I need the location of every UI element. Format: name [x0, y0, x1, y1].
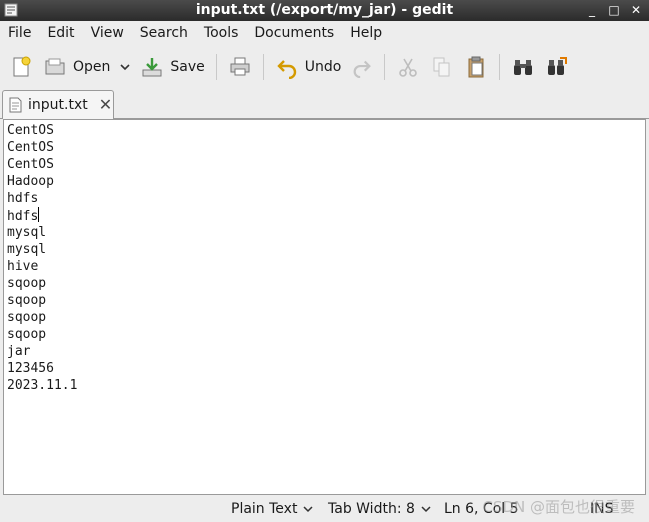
- chevron-down-icon: [120, 64, 130, 71]
- toolbar: Open Save Undo: [0, 46, 649, 88]
- menu-edit[interactable]: Edit: [39, 21, 82, 46]
- watermark: CSDN @面包也很重要: [482, 498, 635, 516]
- undo-icon: [277, 60, 296, 79]
- close-window-button[interactable]: ✕: [627, 2, 645, 18]
- menu-tools[interactable]: Tools: [196, 21, 247, 46]
- close-tab-icon[interactable]: ✕: [99, 97, 112, 113]
- scissors-icon: [399, 58, 418, 77]
- chevron-down-icon: [421, 506, 431, 513]
- text-line[interactable]: CentOS: [7, 139, 645, 156]
- text-line[interactable]: CentOS: [7, 156, 645, 173]
- menu-search[interactable]: Search: [132, 21, 196, 46]
- paste-button[interactable]: [459, 50, 493, 84]
- menu-file[interactable]: File: [0, 21, 39, 46]
- text-cursor: [38, 207, 40, 222]
- chevron-down-icon: [303, 506, 313, 513]
- text-line[interactable]: sqoop: [7, 309, 645, 326]
- open-folder-icon: [45, 58, 65, 75]
- copy-button[interactable]: [425, 50, 459, 84]
- text-line[interactable]: jar: [7, 343, 645, 360]
- language-label: Plain Text: [231, 501, 298, 517]
- new-document-icon: [13, 56, 31, 77]
- text-editor[interactable]: CentOS CentOS CentOS Hadoop hdfs hdfs mysql mys…: [3, 119, 646, 495]
- maximize-button[interactable]: □: [605, 2, 623, 18]
- text-line[interactable]: mysql: [7, 241, 645, 258]
- binoculars-icon: [514, 60, 533, 75]
- title-bar: input.txt (/export/my_jar) - gedit _ □ ✕: [0, 0, 649, 21]
- text-line[interactable]: hdfs: [7, 190, 645, 207]
- text-line[interactable]: mysql: [7, 224, 645, 241]
- redo-button[interactable]: [346, 50, 378, 84]
- recent-files-dropdown[interactable]: [115, 50, 135, 84]
- find-replace-icon: [548, 57, 568, 75]
- toolbar-separator: [215, 54, 217, 80]
- window-controls: _ □ ✕: [583, 2, 645, 18]
- text-line[interactable]: 123456: [7, 360, 645, 377]
- text-line[interactable]: hdfs: [7, 207, 645, 224]
- text-line[interactable]: Hadoop: [7, 173, 645, 190]
- redo-icon: [354, 60, 372, 78]
- open-label: Open: [73, 59, 111, 75]
- clipboard-icon: [468, 56, 484, 78]
- text-line[interactable]: CentOS: [7, 122, 645, 139]
- menu-documents[interactable]: Documents: [246, 21, 342, 46]
- language-selector[interactable]: Plain Text: [231, 501, 313, 517]
- text-line[interactable]: sqoop: [7, 292, 645, 309]
- menu-view[interactable]: View: [83, 21, 132, 46]
- undo-label: Undo: [304, 59, 342, 75]
- open-button[interactable]: Open: [38, 50, 115, 84]
- save-icon: [142, 58, 162, 77]
- text-line[interactable]: hive: [7, 258, 645, 275]
- menu-bar: File Edit View Search Tools Documents He…: [0, 21, 649, 46]
- save-button[interactable]: Save: [135, 50, 209, 84]
- print-button[interactable]: [223, 50, 257, 84]
- find-button[interactable]: [506, 50, 540, 84]
- document-tab[interactable]: input.txt ✕: [2, 90, 114, 119]
- toolbar-separator: [262, 54, 264, 80]
- text-file-icon: [9, 97, 22, 113]
- document-tab-strip: input.txt ✕: [0, 88, 649, 119]
- toolbar-separator: [499, 54, 501, 80]
- text-line[interactable]: 2023.11.1: [7, 377, 645, 394]
- cut-button[interactable]: [391, 50, 425, 84]
- menu-help[interactable]: Help: [342, 21, 390, 46]
- editor-lines: CentOS CentOS CentOS Hadoop hdfs hdfs mysql mys…: [7, 122, 645, 394]
- find-replace-button[interactable]: [540, 50, 574, 84]
- save-label: Save: [170, 59, 205, 75]
- undo-button[interactable]: Undo: [270, 50, 347, 84]
- tab-label: input.txt: [28, 97, 88, 113]
- text-line[interactable]: sqoop: [7, 326, 645, 343]
- toolbar-separator: [384, 54, 386, 80]
- tab-width-selector[interactable]: Tab Width: 8: [328, 501, 431, 517]
- text-line[interactable]: sqoop: [7, 275, 645, 292]
- window-title: input.txt (/export/my_jar) - gedit: [195, 2, 454, 18]
- copy-icon: [433, 57, 450, 77]
- printer-icon: [230, 57, 250, 76]
- new-document-button[interactable]: [4, 50, 38, 84]
- tab-width-label: Tab Width: 8: [328, 501, 415, 517]
- minimize-button[interactable]: _: [583, 2, 601, 18]
